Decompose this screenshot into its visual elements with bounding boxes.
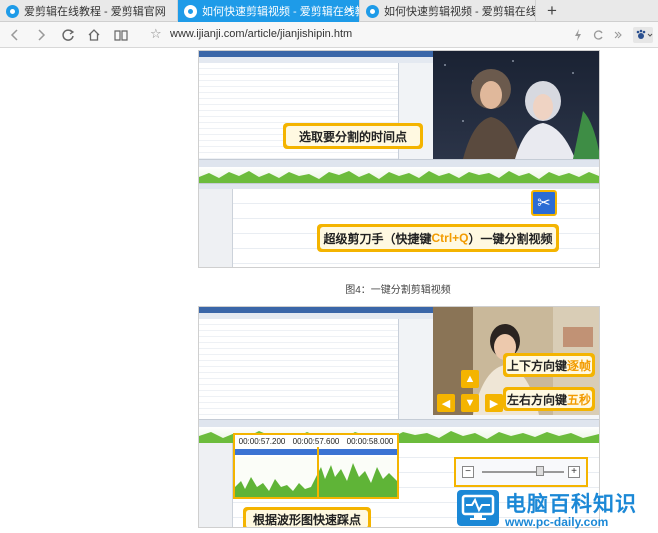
tab-title: 爱剪辑在线教程 - 爱剪辑官网	[24, 6, 166, 18]
address-toolbar: ☆ www.ijianji.com/article/jianjishipin.h…	[0, 22, 658, 48]
logo-url: www.pc-daily.com	[505, 515, 609, 529]
scissors-icon[interactable]: ✂	[531, 190, 557, 216]
home-icon[interactable]	[85, 26, 103, 44]
callout-select-time: 选取要分割的时间点	[283, 123, 423, 149]
callout-text-wrap: 上下方向键 逐帧	[506, 356, 592, 374]
site-favicon-icon	[366, 4, 379, 18]
zoom-control: − +	[454, 457, 588, 487]
callout-left-right: 左右方向键 五秒	[503, 387, 595, 411]
callout-suffix: ）一键分割视频	[468, 231, 553, 246]
figure-1-screenshot: ✂ 选取要分割的时间点 超级剪刀手（快捷键 Ctrl+Q ）一键分割视频	[198, 50, 600, 268]
tab-1[interactable]: 爱剪辑在线教程 - 爱剪辑官网	[0, 0, 178, 22]
forward-icon[interactable]	[32, 26, 50, 44]
tab-title: 如何快速剪辑视频 - 爱剪辑在线教程	[202, 6, 360, 18]
zoom-out-button[interactable]: −	[462, 466, 474, 478]
timeline-ruler	[199, 159, 599, 167]
clip-properties	[399, 319, 435, 419]
callout-split: 超级剪刀手（快捷键 Ctrl+Q ）一键分割视频	[317, 224, 559, 252]
tab-bar: 爱剪辑在线教程 - 爱剪辑官网 如何快速剪辑视频 - 爱剪辑在线教程 × 如何快…	[0, 0, 658, 22]
clip-list	[199, 319, 399, 419]
reload-icon[interactable]	[59, 26, 77, 44]
callout-up-down: 上下方向键 逐帧	[503, 353, 595, 377]
zoom-slider-knob[interactable]	[536, 466, 544, 476]
track-headers	[199, 443, 233, 527]
timecode: 00:00:57.600	[292, 437, 340, 446]
callout-text: 根据波形图快速踩点	[246, 510, 368, 527]
callout-prefix: 上下方向键	[506, 358, 567, 373]
selection-bar	[235, 449, 397, 455]
audio-waveform	[199, 167, 599, 183]
callout-prefix: 左右方向键	[506, 392, 567, 407]
waveform-zoom-panel: 00:00:57.200 00:00:57.600 00:00:58.000	[233, 433, 399, 499]
callout-text-wrap: 左右方向键 五秒	[506, 390, 592, 408]
zoom-track	[482, 471, 564, 473]
lightning-icon[interactable]	[569, 26, 587, 44]
site-favicon-icon	[6, 4, 19, 18]
callout-prefix: 超级剪刀手（快捷键	[323, 231, 432, 246]
logo-title: 电脑百科知识	[505, 493, 637, 516]
callout-waveform: 根据波形图快速踩点	[243, 507, 371, 527]
tab-3[interactable]: 如何快速剪辑视频 - 爱剪辑在线教程	[360, 0, 536, 22]
video-preview-image	[433, 51, 599, 159]
track-headers	[199, 189, 233, 267]
callout-highlight: 逐帧	[567, 358, 592, 373]
tab-2-active[interactable]: 如何快速剪辑视频 - 爱剪辑在线教程 ×	[178, 0, 360, 22]
right-arrow-key-icon: ▶	[485, 394, 503, 412]
url-field[interactable]: www.ijianji.com/article/jianjishipin.htm	[170, 28, 352, 40]
timeline-ruler	[199, 419, 599, 427]
monitor-pulse-icon	[457, 490, 499, 526]
new-tab-button[interactable]: +	[540, 0, 564, 22]
site-favicon-icon	[184, 4, 197, 18]
callout-text-wrap: 超级剪刀手（快捷键 Ctrl+Q ）一键分割视频	[320, 227, 556, 249]
refresh-icon[interactable]	[589, 26, 607, 44]
down-arrow-key-icon: ▼	[461, 394, 479, 412]
reader-icon[interactable]	[112, 26, 130, 44]
zoom-in-button[interactable]: +	[568, 466, 580, 478]
timecode: 00:00:58.000	[346, 437, 394, 446]
callout-text: 选取要分割的时间点	[286, 126, 420, 146]
callout-highlight: 五秒	[567, 392, 592, 407]
close-tab-icon[interactable]: ×	[346, 4, 353, 17]
timecode-row: 00:00:57.200 00:00:57.600 00:00:58.000	[235, 437, 397, 446]
back-icon[interactable]	[6, 26, 24, 44]
zoomed-waveform	[235, 457, 397, 497]
playhead[interactable]	[317, 447, 319, 497]
menu-icon[interactable]	[609, 26, 627, 44]
left-arrow-key-icon: ◀	[437, 394, 455, 412]
tab-title: 如何快速剪辑视频 - 爱剪辑在线教程	[384, 6, 536, 18]
up-arrow-key-icon: ▲	[461, 370, 479, 388]
star-icon[interactable]: ☆	[150, 26, 162, 42]
watermark-logo: 电脑百科知识 www.pc-daily.com	[455, 488, 658, 533]
timecode: 00:00:57.200	[238, 437, 286, 446]
paw-icon[interactable]	[632, 26, 654, 44]
shortcut-key: Ctrl+Q	[431, 231, 469, 245]
figure-caption: 图4：一键分割剪辑视频	[345, 285, 451, 296]
